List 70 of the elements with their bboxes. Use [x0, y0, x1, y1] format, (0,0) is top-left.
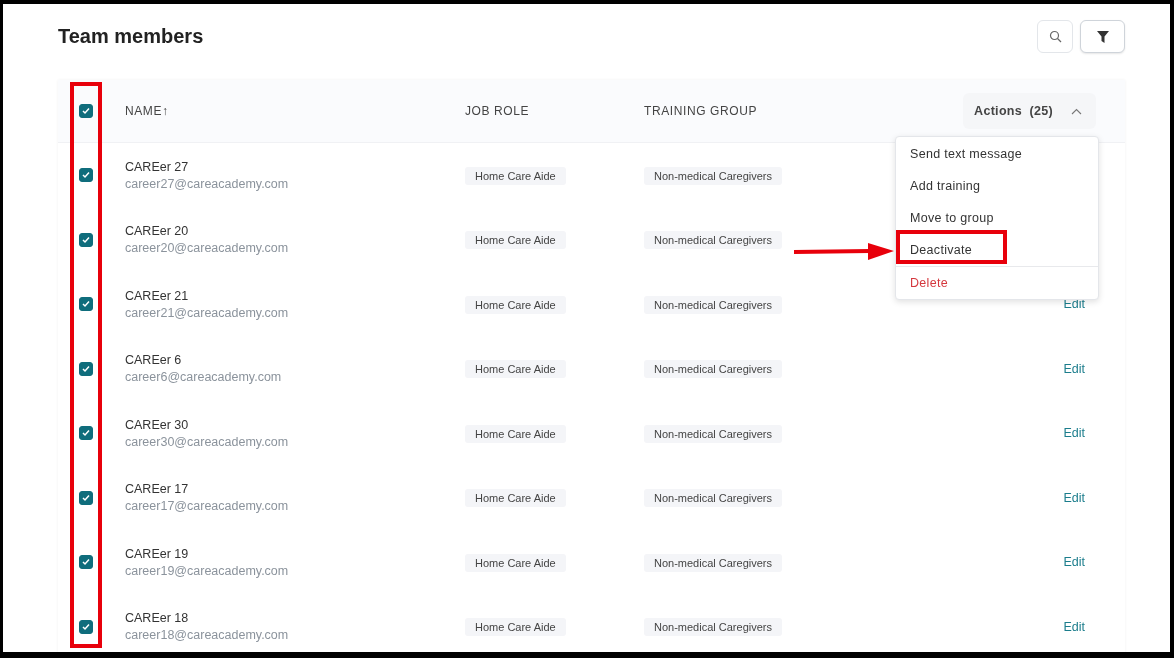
row-checkbox[interactable]: [79, 232, 93, 247]
row-checkbox[interactable]: [79, 426, 93, 441]
member-name: CAREer 27: [125, 159, 190, 174]
row-checkbox[interactable]: [79, 555, 93, 570]
actions-button[interactable]: Actions (25): [963, 93, 1096, 129]
training-group-tag: Non-medical Caregivers: [644, 295, 782, 314]
training-group-tag: Non-medical Caregivers: [644, 166, 782, 185]
page-title: Team members: [58, 25, 204, 48]
check-icon: [82, 107, 90, 115]
edit-link[interactable]: Edit: [1063, 619, 1085, 634]
member-email: career21@careacademy.com: [125, 305, 290, 320]
row-checkbox[interactable]: [79, 619, 93, 634]
member-email: career18@careacademy.com: [125, 628, 290, 643]
member-name: CAREer 17: [125, 482, 190, 497]
check-icon: [82, 558, 90, 567]
member-name: CAREer 21: [125, 288, 190, 303]
member-name: CAREer 20: [125, 224, 190, 239]
job-role-tag: Home Care Aide: [465, 360, 566, 379]
job-role-tag: Home Care Aide: [465, 618, 566, 637]
check-icon: [82, 493, 90, 502]
menu-item[interactable]: Deactivate: [910, 243, 973, 257]
training-group-tag: Non-medical Caregivers: [644, 618, 782, 637]
training-group-tag: Non-medical Caregivers: [644, 231, 782, 250]
member-email: career20@careacademy.com: [125, 241, 290, 256]
row-checkbox[interactable]: [79, 361, 93, 376]
member-email: career30@careacademy.com: [125, 434, 290, 449]
check-icon: [82, 429, 90, 438]
check-icon: [82, 364, 90, 373]
training-group-tag: Non-medical Caregivers: [644, 489, 782, 508]
member-name: CAREer 18: [125, 611, 190, 626]
filter-button[interactable]: [1080, 20, 1125, 53]
job-role-tag: Home Care Aide: [465, 231, 566, 250]
row-checkbox[interactable]: [79, 168, 93, 183]
menu-item[interactable]: Send text message: [910, 147, 1023, 161]
caret-icon: [1071, 107, 1082, 115]
member-name: CAREer 30: [125, 417, 190, 432]
job-role-tag: Home Care Aide: [465, 424, 566, 443]
column-header: JOB ROLE: [465, 104, 530, 118]
menu-item[interactable]: Delete: [910, 276, 948, 290]
row-checkbox[interactable]: [79, 297, 93, 312]
job-role-tag: Home Care Aide: [465, 489, 566, 508]
column-header: TRAINING GROUP: [644, 104, 758, 118]
select-all-checkbox[interactable]: [79, 104, 93, 118]
member-name: CAREer 6: [125, 353, 183, 368]
member-email: career6@careacademy.com: [125, 370, 283, 385]
edit-link[interactable]: Edit: [1063, 361, 1085, 376]
member-name: CAREer 19: [125, 546, 190, 561]
menu-item[interactable]: Move to group: [910, 211, 994, 225]
edit-link[interactable]: Edit: [1063, 426, 1085, 441]
check-icon: [82, 622, 90, 631]
check-icon: [82, 235, 90, 244]
edit-link[interactable]: Edit: [1063, 490, 1085, 505]
training-group-tag: Non-medical Caregivers: [644, 424, 782, 443]
search-icon: [1048, 30, 1062, 43]
check-icon: [82, 171, 90, 180]
column-header[interactable]: NAME↑: [125, 104, 169, 118]
job-role-tag: Home Care Aide: [465, 295, 566, 314]
filter-icon: [1096, 30, 1109, 43]
member-email: career27@careacademy.com: [125, 176, 290, 191]
training-group-tag: Non-medical Caregivers: [644, 553, 782, 572]
job-role-tag: Home Care Aide: [465, 166, 566, 185]
training-group-tag: Non-medical Caregivers: [644, 360, 782, 379]
member-email: career19@careacademy.com: [125, 563, 290, 578]
member-email: career17@careacademy.com: [125, 499, 290, 514]
row-checkbox[interactable]: [79, 490, 93, 505]
edit-link[interactable]: Edit: [1063, 555, 1085, 570]
search-button[interactable]: [1037, 20, 1073, 53]
check-icon: [82, 300, 90, 309]
job-role-tag: Home Care Aide: [465, 553, 566, 572]
menu-item[interactable]: Add training: [910, 179, 981, 193]
